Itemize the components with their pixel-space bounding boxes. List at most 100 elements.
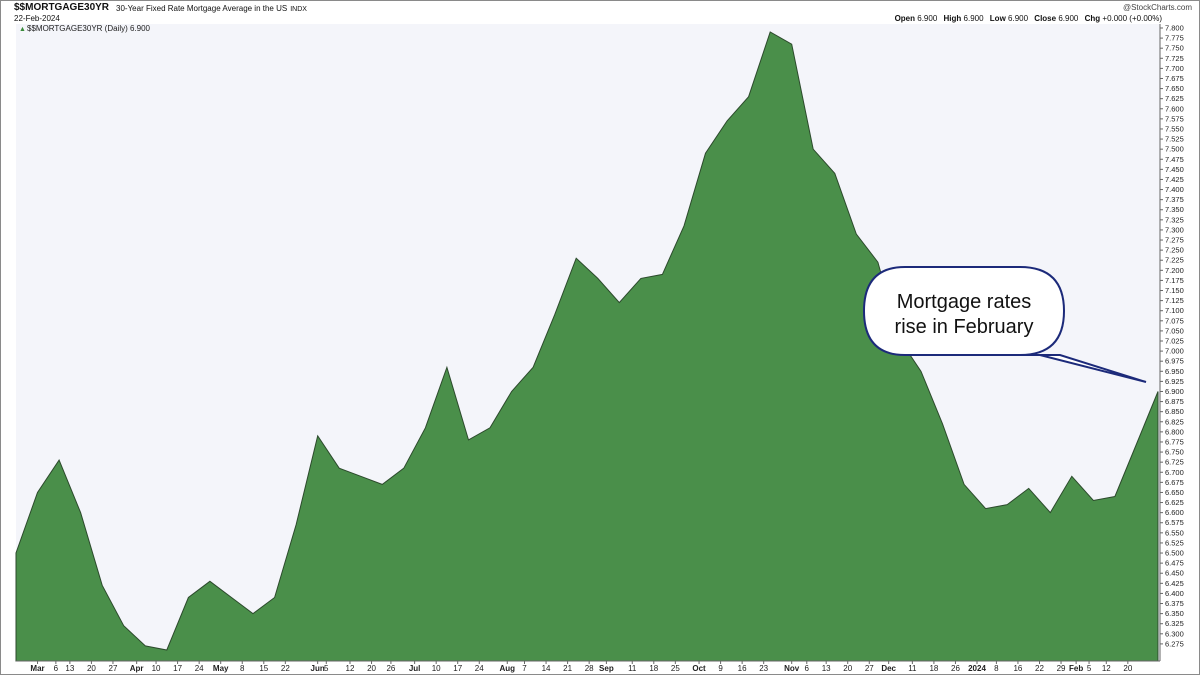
x-tick-label: 5	[324, 664, 329, 673]
y-tick-label: 7.500	[1165, 145, 1184, 154]
y-tick-label: 7.050	[1165, 326, 1184, 335]
x-tick-label: Sep	[599, 664, 614, 673]
x-axis: Mar 6 13 20 27 Apr 10 17 24 May 8 15 22 Jun 5 12 20 26 Jul…	[30, 661, 1133, 673]
x-tick-label: 25	[671, 664, 680, 673]
y-tick-label: 6.325	[1165, 619, 1184, 628]
x-tick-label: 18	[649, 664, 658, 673]
x-tick-label: Jun	[311, 664, 325, 673]
x-tick-label: 22	[1035, 664, 1044, 673]
x-tick-label: 5	[1087, 664, 1092, 673]
y-tick-label: 7.675	[1165, 74, 1184, 83]
y-tick-label: 7.400	[1165, 185, 1184, 194]
x-tick-label: 8	[994, 664, 999, 673]
x-tick-label: Aug	[499, 664, 515, 673]
x-tick-label: 10	[152, 664, 161, 673]
y-tick-label: 7.550	[1165, 124, 1184, 133]
x-tick-label: 29	[1057, 664, 1066, 673]
y-tick-label: 7.225	[1165, 256, 1184, 265]
x-tick-label: 11	[908, 664, 917, 673]
x-tick-label: 24	[475, 664, 484, 673]
y-tick-label: 6.725	[1165, 458, 1184, 467]
y-tick-label: 7.750	[1165, 44, 1184, 53]
y-tick-label: 6.575	[1165, 518, 1184, 527]
legend: ▲ $$MORTGAGE30YR (Daily) 6.900	[19, 24, 151, 33]
x-tick-label: Oct	[692, 664, 706, 673]
y-tick-label: 6.750	[1165, 448, 1184, 457]
y-tick-label: 7.025	[1165, 337, 1184, 346]
y-tick-label: 7.150	[1165, 286, 1184, 295]
x-tick-label: 13	[822, 664, 831, 673]
x-tick-label: 7	[522, 664, 527, 673]
y-tick-label: 7.625	[1165, 94, 1184, 103]
x-tick-label: 26	[386, 664, 395, 673]
y-tick-label: 7.175	[1165, 276, 1184, 285]
y-tick-label: 6.500	[1165, 549, 1184, 558]
x-tick-label: 24	[195, 664, 204, 673]
x-tick-label: 16	[1013, 664, 1022, 673]
x-tick-label: 11	[628, 664, 637, 673]
y-tick-label: 7.475	[1165, 155, 1184, 164]
legend-label: $$MORTGAGE30YR (Daily) 6.900	[27, 24, 151, 33]
x-tick-label: 18	[929, 664, 938, 673]
y-tick-label: 6.650	[1165, 488, 1184, 497]
y-tick-label: 7.100	[1165, 306, 1184, 315]
x-tick-label: 9	[718, 664, 723, 673]
x-tick-label: 12	[346, 664, 355, 673]
y-tick-label: 6.850	[1165, 407, 1184, 416]
y-tick-label: 6.950	[1165, 367, 1184, 376]
y-tick-label: 7.775	[1165, 34, 1184, 43]
x-tick-label: 6	[54, 664, 59, 673]
y-tick-label: 6.700	[1165, 468, 1184, 477]
y-tick-label: 7.525	[1165, 135, 1184, 144]
x-tick-label: 28	[585, 664, 594, 673]
y-tick-label: 6.475	[1165, 559, 1184, 568]
y-tick-label: 6.350	[1165, 609, 1184, 618]
x-tick-label: 16	[738, 664, 747, 673]
y-tick-label: 7.325	[1165, 215, 1184, 224]
x-tick-label: 2024	[968, 664, 986, 673]
y-tick-label: 6.775	[1165, 437, 1184, 446]
x-tick-label: 21	[563, 664, 572, 673]
x-tick-label: Feb	[1069, 664, 1083, 673]
x-tick-label: 13	[65, 664, 74, 673]
x-tick-label: 15	[259, 664, 268, 673]
y-tick-label: 7.075	[1165, 316, 1184, 325]
x-tick-label: Apr	[130, 664, 144, 673]
y-tick-label: 7.575	[1165, 114, 1184, 123]
x-tick-label: 23	[759, 664, 768, 673]
y-tick-label: 6.525	[1165, 538, 1184, 547]
y-tick-label: 7.200	[1165, 266, 1184, 275]
x-tick-label: 10	[432, 664, 441, 673]
y-tick-label: 6.925	[1165, 377, 1184, 386]
y-tick-label: 6.975	[1165, 357, 1184, 366]
x-tick-label: Jul	[409, 664, 421, 673]
x-tick-label: 20	[367, 664, 376, 673]
y-tick-label: 7.600	[1165, 104, 1184, 113]
x-tick-label: 8	[240, 664, 245, 673]
y-tick-label: 7.450	[1165, 165, 1184, 174]
x-tick-label: 20	[843, 664, 852, 673]
y-tick-label: 6.800	[1165, 427, 1184, 436]
y-tick-label: 7.425	[1165, 175, 1184, 184]
x-tick-label: 17	[173, 664, 182, 673]
y-tick-label: 7.350	[1165, 205, 1184, 214]
x-tick-label: 27	[109, 664, 118, 673]
x-tick-label: 22	[281, 664, 290, 673]
y-tick-label: 6.425	[1165, 579, 1184, 588]
y-tick-label: 6.450	[1165, 569, 1184, 578]
x-tick-label: 20	[87, 664, 96, 673]
y-tick-label: 7.375	[1165, 195, 1184, 204]
y-tick-label: 7.000	[1165, 347, 1184, 356]
y-tick-label: 6.625	[1165, 498, 1184, 507]
y-tick-label: 7.300	[1165, 225, 1184, 234]
legend-marker: ▲	[19, 26, 26, 33]
x-tick-label: Nov	[784, 664, 800, 673]
chart-svg: 7.8007.7757.7507.7257.7007.6757.6507.625…	[15, 24, 1184, 673]
x-tick-label: May	[213, 664, 229, 673]
x-tick-label: 14	[542, 664, 551, 673]
x-tick-label: Mar	[30, 664, 44, 673]
y-tick-label: 7.725	[1165, 54, 1184, 63]
x-tick-label: 20	[1123, 664, 1132, 673]
x-tick-label: 12	[1102, 664, 1111, 673]
callout-line-2: rise in February	[895, 316, 1034, 338]
